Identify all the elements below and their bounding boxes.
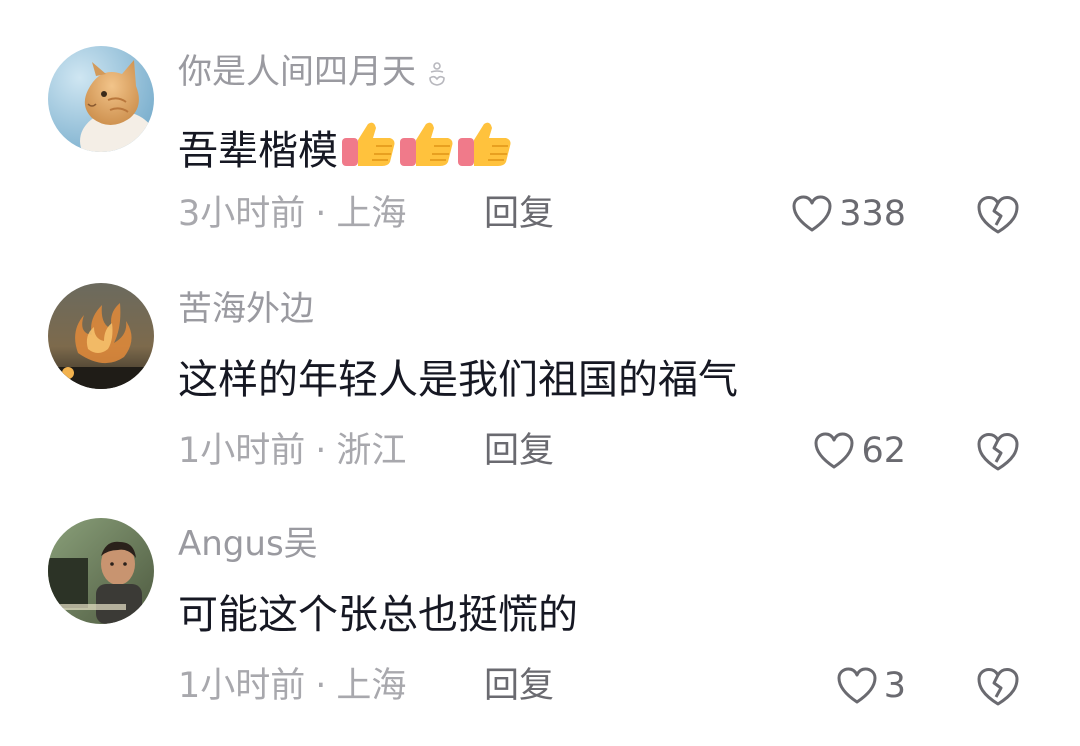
user-avatar[interactable] [48, 46, 154, 152]
like-button[interactable]: 3 [836, 664, 906, 708]
separator-dot: · [315, 194, 327, 234]
thumbs-up-icon [400, 122, 453, 166]
broken-heart-icon [977, 433, 1019, 471]
dislike-button[interactable] [976, 431, 1020, 473]
flame-avatar-icon [48, 283, 154, 389]
comment-location: 上海 [336, 666, 407, 706]
comment-meta: 3小时前 · 上海 [178, 192, 406, 236]
comment-time: 3小时前 [178, 194, 306, 234]
comment-list: 你是人间四月天 吾辈楷模 3小时前 · 上海 回复 338 苦海外边 这样的年轻… [0, 0, 1080, 746]
broken-heart-icon [977, 668, 1019, 706]
heart-icon [837, 667, 877, 704]
comment-item: 苦海外边 这样的年轻人是我们祖国的福气 1小时前 · 浙江 回复 62 [0, 283, 1080, 513]
like-count: 338 [839, 194, 906, 234]
heart-icon [792, 195, 832, 232]
comment-text: 可能这个张总也挺慌的 [178, 592, 578, 638]
like-count: 3 [883, 666, 906, 706]
comment-text: 吾辈楷模 [178, 118, 514, 182]
like-button[interactable]: 62 [813, 429, 906, 473]
comment-text: 这样的年轻人是我们祖国的福气 [178, 357, 738, 403]
broken-heart-icon [977, 196, 1019, 234]
comment-time: 1小时前 [178, 666, 306, 706]
cat-avatar-icon [48, 46, 154, 152]
thumbs-up-icon [458, 122, 511, 166]
like-button[interactable]: 338 [791, 192, 906, 236]
comment-time: 1小时前 [178, 431, 306, 471]
comment-item: Angus吴 可能这个张总也挺慌的 1小时前 · 上海 回复 3 [0, 518, 1080, 746]
user-avatar[interactable] [48, 283, 154, 389]
reply-button[interactable]: 回复 [484, 429, 554, 473]
separator-dot: · [315, 666, 327, 706]
dislike-button[interactable] [976, 666, 1020, 708]
thumbs-up-icon [342, 122, 395, 166]
comment-text-content: 吾辈楷模 [178, 128, 338, 174]
like-count: 62 [861, 431, 906, 471]
reply-button[interactable]: 回复 [484, 664, 554, 708]
reply-button[interactable]: 回复 [484, 192, 554, 236]
username[interactable]: 苦海外边 [178, 289, 314, 329]
username-label: 你是人间四月天 [178, 52, 416, 92]
fan-badge-icon [426, 57, 448, 91]
username[interactable]: 你是人间四月天 [178, 52, 448, 92]
comment-meta: 1小时前 · 上海 [178, 664, 406, 708]
comment-meta: 1小时前 · 浙江 [178, 429, 406, 473]
user-avatar[interactable] [48, 518, 154, 624]
heart-icon [814, 432, 854, 469]
comment-location: 浙江 [336, 431, 407, 471]
dislike-button[interactable] [976, 194, 1020, 236]
separator-dot: · [315, 431, 327, 471]
emoji-group [340, 118, 514, 182]
man-avatar-icon [48, 518, 154, 624]
username[interactable]: Angus吴 [178, 524, 318, 564]
comment-location: 上海 [336, 194, 407, 234]
comment-item: 你是人间四月天 吾辈楷模 3小时前 · 上海 回复 338 [0, 46, 1080, 276]
